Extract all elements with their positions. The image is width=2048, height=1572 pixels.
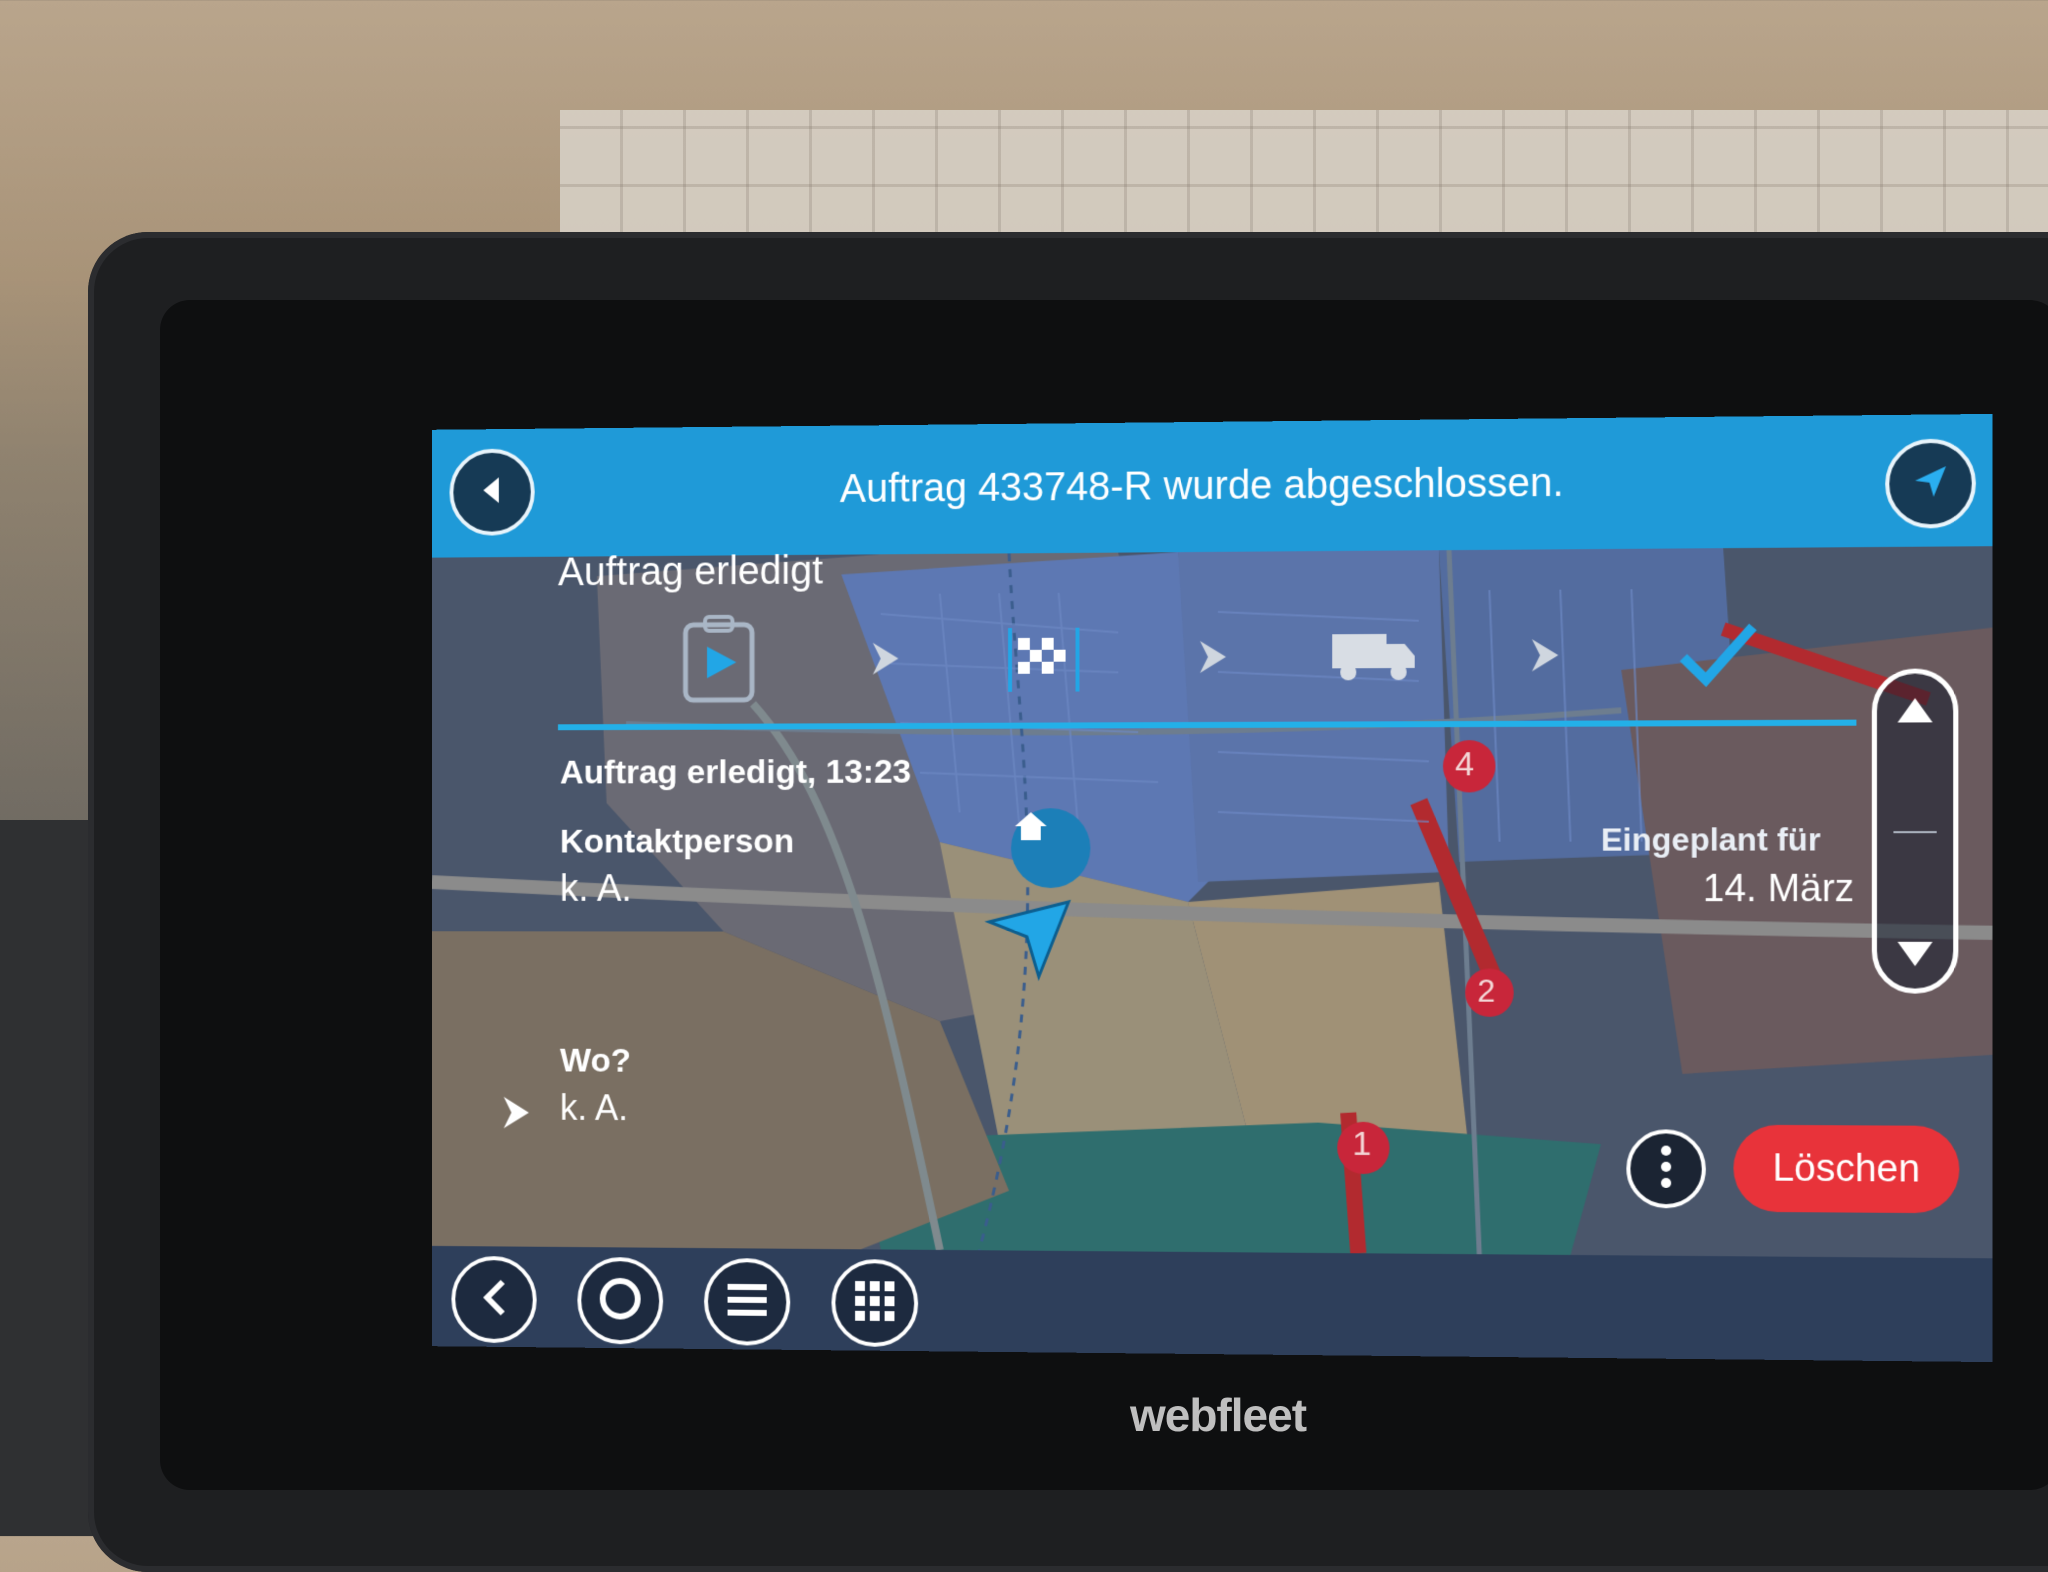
finish-flag-icon (999, 613, 1088, 703)
navigate-icon (1911, 462, 1950, 506)
header-bar: Auftrag 433748-R wurde abgeschlossen. (432, 413, 1993, 558)
brand-logo: webfleet (1129, 1389, 1307, 1441)
panel-title: Auftrag erledigt (557, 548, 823, 595)
scroll-down-icon[interactable] (1895, 940, 1934, 974)
delete-button[interactable]: Löschen (1733, 1124, 1960, 1214)
navigate-button[interactable] (1885, 438, 1976, 529)
home-icon[interactable] (1011, 808, 1091, 888)
contact-label: Kontaktperson (559, 822, 795, 861)
status-text: Auftrag erledigt, 13:23 (559, 752, 912, 792)
nav-menu-button[interactable] (704, 1257, 791, 1346)
chevron-left-icon (479, 1277, 508, 1322)
more-icon (1660, 1144, 1672, 1194)
circle-icon (598, 1275, 643, 1326)
grid-icon (853, 1279, 896, 1328)
scheduled-value: 14. März (1702, 867, 1855, 911)
scroll-control[interactable] (1871, 668, 1959, 994)
where-value: k. A. (559, 1087, 629, 1128)
arrow-right-icon (1168, 612, 1258, 702)
progress-steps (675, 609, 1775, 724)
back-button[interactable] (449, 448, 535, 536)
checkmark-icon (1672, 609, 1764, 700)
scroll-divider (1893, 831, 1937, 834)
screen: 4 2 1 Auftrag 433748-R wurde abgeschloss… (432, 413, 1993, 1363)
contact-value: k. A. (559, 868, 632, 910)
where-label: Wo? (559, 1041, 631, 1080)
arrow-right-icon (1500, 610, 1591, 701)
back-icon (476, 473, 509, 512)
more-options-button[interactable] (1626, 1129, 1706, 1209)
nav-apps-button[interactable] (831, 1258, 919, 1348)
header-title: Auftrag 433748-R wurde abgeschlossen. (839, 460, 1564, 511)
nav-home-button[interactable] (577, 1256, 664, 1345)
bottom-nav-bar (432, 1245, 1993, 1363)
where-arrow-icon (500, 1095, 533, 1136)
nav-back-button[interactable] (451, 1255, 537, 1344)
truck-icon (1328, 611, 1419, 702)
scheduled-label: Eingeplant für (1600, 821, 1821, 858)
map-marker-2[interactable]: 2 (1477, 973, 1495, 1010)
map-marker-4[interactable]: 4 (1455, 745, 1474, 784)
arrow-right-icon (841, 614, 930, 704)
menu-icon (726, 1281, 769, 1322)
clipboard-play-icon (675, 615, 763, 705)
scroll-up-icon[interactable] (1895, 696, 1934, 730)
map-marker-1[interactable]: 1 (1352, 1125, 1371, 1164)
